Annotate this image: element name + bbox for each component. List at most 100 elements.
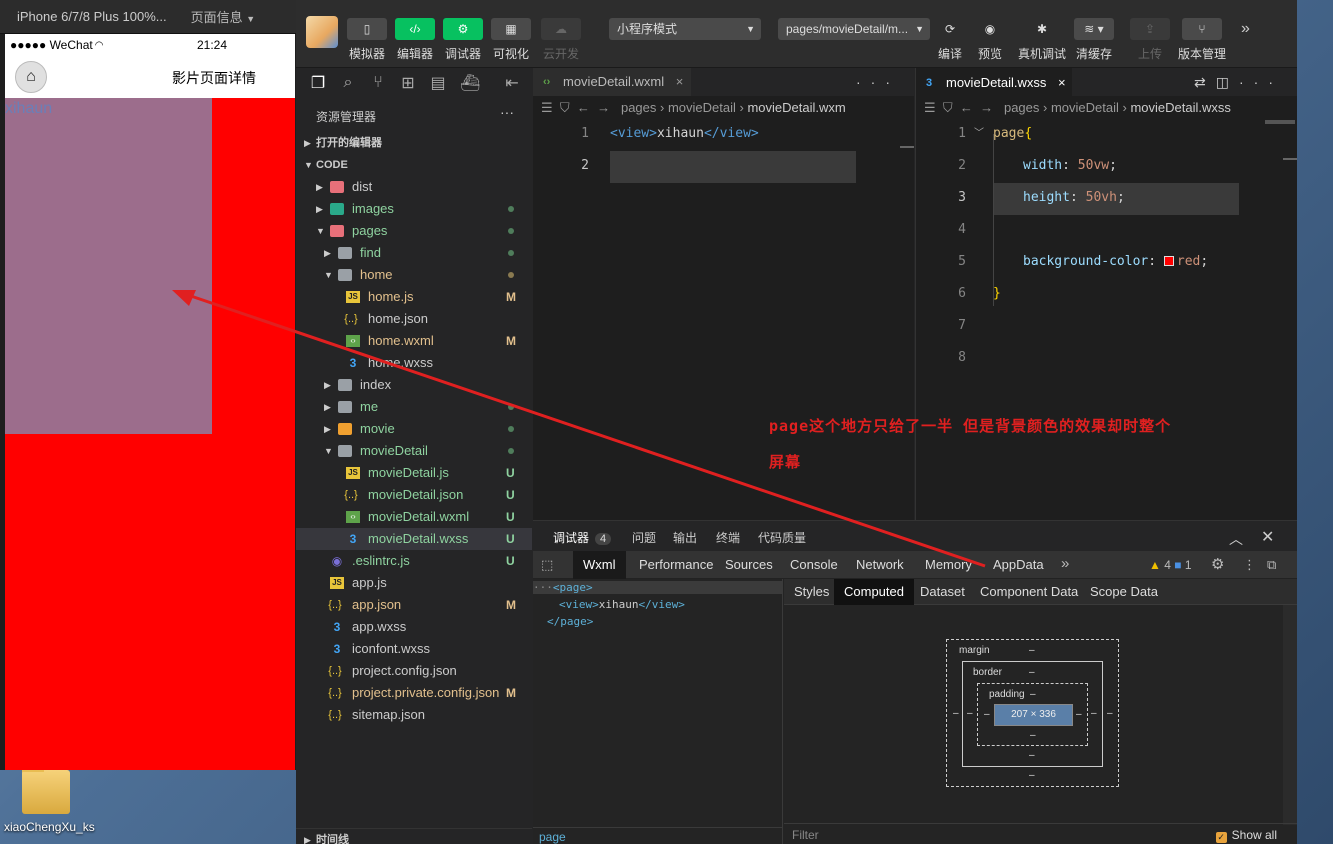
tab-debugger[interactable]: 调试器 4 [553, 529, 612, 546]
code-root-section[interactable]: ▼ CODE [296, 154, 532, 176]
crumb-pages[interactable]: pages [1004, 100, 1039, 115]
forward-arrow-icon[interactable]: → [597, 100, 610, 115]
tab-network[interactable]: Network [846, 551, 914, 579]
collapse-panel-icon[interactable]: ⇤ [504, 73, 520, 93]
minimap[interactable] [1265, 120, 1295, 124]
bookmark-icon[interactable]: ⛉ [943, 100, 953, 115]
editor-actions[interactable]: ⇄◫··· [1194, 74, 1283, 91]
crumb-file[interactable]: movieDetail.wxm [747, 100, 845, 115]
version-button[interactable]: ⑂ 版本管理 [1178, 18, 1226, 62]
tree-item-movie[interactable]: ▶ movie [296, 418, 532, 440]
tab-problems[interactable]: 问题 [632, 529, 656, 546]
open-editors-section[interactable]: ▶ 打开的编辑器 [296, 132, 532, 154]
docker-icon[interactable]: ⛴ [460, 73, 480, 93]
tab-scope-data[interactable]: Scope Data [1080, 579, 1168, 605]
crumb-file[interactable]: movieDetail.wxss [1130, 100, 1230, 115]
tree-item-moviedetail[interactable]: ▼ movieDetail [296, 440, 532, 462]
tab-memory[interactable]: Memory [915, 551, 982, 579]
tree-item-home-js[interactable]: JS home.js M [296, 286, 532, 308]
source-control-icon[interactable]: ⑂ [370, 74, 386, 92]
tree-item-app-json[interactable]: {..} app.json M [296, 594, 532, 616]
more-options-icon[interactable]: ··· [500, 104, 514, 120]
tab-console[interactable]: Console [780, 551, 848, 579]
back-arrow-icon[interactable]: ← [577, 100, 590, 115]
tree-item-moviedetail-wxss[interactable]: 3 movieDetail.wxss U [296, 528, 532, 550]
split-editor-icon[interactable]: ◫ [1216, 74, 1239, 90]
close-icon[interactable]: ✕ [1261, 527, 1274, 547]
tree-item-app-js[interactable]: JS app.js [296, 572, 532, 594]
tree-item-home-wxml[interactable]: ‹› home.wxml M [296, 330, 532, 352]
more-chevron-icon[interactable]: » [1241, 20, 1250, 38]
extensions-icon[interactable]: ⊞ [400, 73, 416, 93]
search-icon[interactable]: ⌕ [340, 74, 356, 92]
tree-item-moviedetail-wxml[interactable]: ‹› movieDetail.wxml U [296, 506, 532, 528]
tab-code-quality[interactable]: 代码质量 [758, 529, 806, 546]
real-device-debug-button[interactable]: ✱ 真机调试 [1018, 18, 1066, 62]
tree-item-home[interactable]: ▼ home [296, 264, 532, 286]
debugger-button[interactable]: ⚙ 调试器 [443, 18, 483, 62]
forward-arrow-icon[interactable]: → [980, 100, 993, 115]
filter-input[interactable]: Filter [792, 824, 819, 844]
cloud-dev-button[interactable]: ☁ 云开发 [541, 18, 581, 62]
issues-counter[interactable]: ▲ 4 ■ 1 [1149, 558, 1192, 572]
more-options-icon[interactable]: ··· [1239, 74, 1283, 90]
tree-item-project-config[interactable]: {..} project.config.json [296, 660, 532, 682]
inspect-icon[interactable]: ⬚ [541, 557, 553, 573]
tree-item-moviedetail-js[interactable]: JS movieDetail.js U [296, 462, 532, 484]
dom-node-page[interactable]: ···<page> [533, 581, 783, 594]
undock-icon[interactable]: ⧉ [1267, 557, 1276, 573]
tab-moviedetail-wxml[interactable]: ‹› movieDetail.wxml × [533, 68, 691, 96]
tree-item-me[interactable]: ▶ me [296, 396, 532, 418]
mode-select[interactable]: 小程序模式 ▼ [609, 18, 761, 40]
chevron-up-icon[interactable]: ︿ [1229, 529, 1243, 549]
gear-icon[interactable]: ⚙ [1211, 555, 1224, 573]
tab-moviedetail-wxss[interactable]: 3 movieDetail.wxss × [916, 68, 1072, 96]
timeline-section[interactable]: ▶ 时间线 [296, 828, 532, 844]
color-swatch[interactable] [1163, 256, 1174, 266]
tree-item-eslintrc[interactable]: ◉ .eslintrc.js U [296, 550, 532, 572]
tree-item-dist[interactable]: ▶ dist [296, 176, 532, 198]
tree-item-project-private-config[interactable]: {..} project.private.config.json M [296, 682, 532, 704]
tab-performance[interactable]: Performance [629, 551, 723, 579]
avatar[interactable] [306, 16, 338, 48]
list-icon[interactable]: ☰ [541, 100, 553, 115]
more-tabs-icon[interactable]: » [1061, 555, 1069, 572]
page-info-menu[interactable]: 页面信息 ▼ [191, 7, 256, 26]
simulator-button[interactable]: ▯ 模拟器 [347, 18, 387, 62]
files-icon[interactable]: ❐ [310, 73, 326, 93]
tree-item-pages[interactable]: ▼ pages [296, 220, 532, 242]
scrollbar[interactable] [1283, 605, 1297, 825]
tab-appdata[interactable]: AppData [983, 551, 1054, 579]
tab-terminal[interactable]: 终端 [716, 529, 740, 546]
crumb-folder[interactable]: movieDetail [668, 100, 736, 115]
tree-item-images[interactable]: ▶ images [296, 198, 532, 220]
storage-icon[interactable]: ▤ [430, 73, 446, 93]
tree-item-sitemap[interactable]: {..} sitemap.json [296, 704, 532, 726]
code-line[interactable]: 1 <view>xihaun</view> [533, 118, 914, 150]
dom-node-view[interactable]: <view>xihaun</view> [559, 598, 685, 611]
visual-button[interactable]: ▦ 可视化 [491, 18, 531, 62]
tree-item-iconfont-wxss[interactable]: 3 iconfont.wxss [296, 638, 532, 660]
tab-output[interactable]: 输出 [673, 529, 697, 546]
close-icon[interactable]: × [1058, 75, 1066, 90]
tree-item-home-json[interactable]: {..} home.json [296, 308, 532, 330]
tree-item-index[interactable]: ▶ index [296, 374, 532, 396]
tree-item-home-wxss[interactable]: 3 home.wxss [296, 352, 532, 374]
clear-cache-button[interactable]: ≋ ▾ 清缓存 [1074, 18, 1114, 62]
show-all-checkbox[interactable]: ✓ Show all [1215, 824, 1277, 844]
device-select[interactable]: iPhone 6/7/8 Plus 100%... [17, 9, 167, 24]
tab-styles[interactable]: Styles [784, 579, 839, 605]
more-options-icon[interactable]: ··· [856, 74, 900, 90]
page-select[interactable]: pages/movieDetail/m... ▼ [778, 18, 930, 40]
tab-component-data[interactable]: Component Data [970, 579, 1088, 605]
tree-item-moviedetail-json[interactable]: {..} movieDetail.json U [296, 484, 532, 506]
bookmark-icon[interactable]: ⛉ [560, 100, 570, 115]
dom-node-page-close[interactable]: </page> [547, 615, 593, 628]
tab-wxml[interactable]: Wxml [573, 551, 626, 579]
crumb-pages[interactable]: pages [621, 100, 656, 115]
tab-sources[interactable]: Sources [715, 551, 783, 579]
home-button[interactable]: ⌂ [15, 61, 47, 93]
kebab-menu-icon[interactable]: ⋮ [1243, 557, 1256, 573]
tab-dataset[interactable]: Dataset [910, 579, 975, 605]
compare-icon[interactable]: ⇄ [1194, 74, 1216, 90]
